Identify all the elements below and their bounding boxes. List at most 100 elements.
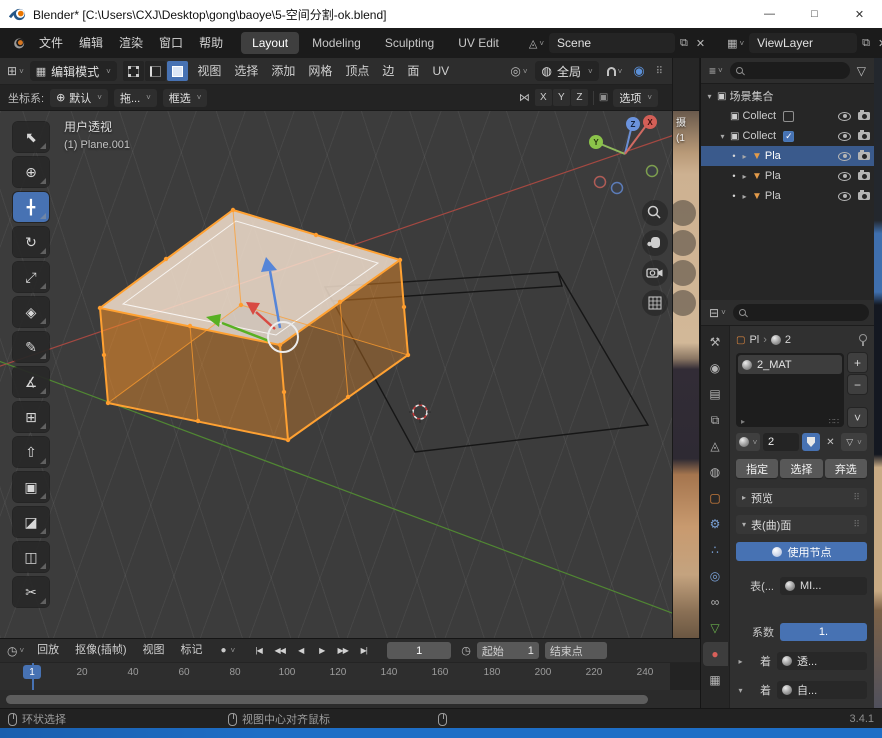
proportional-editing-button[interactable]: ◉ (630, 63, 647, 79)
eye-icon[interactable] (838, 112, 851, 121)
auto-keying-button[interactable]: ●˅ (220, 645, 235, 656)
preview-panel-header[interactable]: ▸ 预览 ⠿ (736, 488, 867, 507)
slot-specials-button[interactable]: ˅ (848, 408, 867, 427)
outliner-row[interactable]: ▾ ▣ Collect (701, 126, 874, 146)
axis-neg-y-ball[interactable] (647, 166, 658, 177)
tool-button[interactable]: ⊞ (13, 402, 49, 432)
blender-menu-icon[interactable] (10, 36, 25, 51)
workspace-tab[interactable]: UV Edit (447, 32, 510, 54)
zoom-button[interactable] (642, 200, 668, 226)
unlink-material-button[interactable]: ✕ (823, 433, 838, 451)
properties-tab[interactable]: ◬ (703, 434, 728, 458)
properties-tab[interactable]: ◉ (703, 356, 728, 380)
transport-button[interactable]: ▶| (354, 642, 373, 659)
factor-slider[interactable]: 1. (780, 623, 867, 641)
workspace-tab[interactable]: Layout (241, 32, 299, 54)
transport-button[interactable]: ◀◀ (270, 642, 289, 659)
edge-select-button[interactable] (145, 61, 166, 81)
pin-icon[interactable] (858, 334, 867, 346)
outliner-row[interactable]: ▾ ▣ 场景集合 (701, 86, 874, 106)
camera-icon[interactable] (858, 192, 870, 200)
editor-type-button[interactable]: ⊟˅ (706, 306, 729, 320)
transform-orientation-selector[interactable]: ◍ 全局 ˅ (535, 61, 598, 81)
tool-button[interactable]: ✂ (13, 577, 49, 607)
tool-button[interactable]: ▣ (13, 472, 49, 502)
transport-button[interactable]: ▶ (312, 642, 331, 659)
expand-arrow-icon[interactable]: ▾ (705, 92, 714, 101)
transport-button[interactable]: |◀ (249, 642, 268, 659)
collection-checkbox[interactable] (783, 111, 794, 122)
playhead-frame-badge[interactable]: 1 (23, 665, 41, 679)
axis-neg-x-ball[interactable] (595, 177, 606, 188)
options-dropdown[interactable]: 选项 ˅ (613, 89, 658, 107)
tool-button[interactable]: ✎ (13, 332, 49, 362)
camera-icon[interactable] (858, 132, 870, 140)
action-button[interactable]: 弃选 (825, 459, 867, 478)
scene-unlink-button[interactable]: ✕ (693, 35, 708, 52)
pan-button[interactable] (642, 230, 668, 256)
expand-arrow-icon[interactable]: ▸ (741, 417, 745, 426)
timeline-scrollbar[interactable] (0, 690, 700, 708)
snap-options-icon[interactable]: ▣ (599, 92, 608, 103)
timeline-menu-item[interactable]: 抠像(插帧) (67, 639, 134, 662)
timeline-menu-item[interactable]: 回放 (29, 639, 67, 662)
action-button[interactable]: 选择 (780, 459, 822, 478)
menu-item[interactable]: 文件 (31, 28, 71, 58)
drag-dropdown[interactable]: 拖... ˅ (114, 89, 157, 107)
properties-tab[interactable]: ∴ (703, 538, 728, 562)
editor-type-button[interactable]: ◷˅ (4, 644, 27, 658)
outliner-row[interactable]: ▸ ▼ Pla (701, 186, 874, 206)
menu-item[interactable]: 帮助 (191, 28, 231, 58)
editor-type-button[interactable]: ⊞˅ (4, 64, 27, 78)
viewport-menu-item[interactable]: UV (426, 58, 456, 85)
properties-tab[interactable]: ● (703, 642, 728, 666)
properties-tab[interactable]: ▦ (703, 668, 728, 692)
eye-icon[interactable] (838, 152, 851, 161)
viewport-menu-item[interactable]: 选择 (228, 58, 265, 85)
frame-start-field[interactable]: 起始 1 (477, 642, 539, 659)
tool-button[interactable]: ∡ (13, 367, 49, 397)
eye-icon[interactable] (838, 192, 851, 201)
camera-icon[interactable] (858, 172, 870, 180)
viewport-menu-item[interactable]: 顶点 (339, 58, 376, 85)
viewport-menu-item[interactable]: 面 (401, 58, 426, 85)
workspace-tab[interactable]: Sculpting (374, 32, 445, 54)
overlays-button[interactable]: ⠿ (653, 66, 666, 77)
mirror-axis-button[interactable]: X (535, 89, 552, 106)
fake-user-button[interactable] (802, 433, 820, 451)
expand-arrow-icon[interactable]: ▸ (740, 172, 749, 181)
outliner-row[interactable]: ▣ Collect (701, 106, 874, 126)
resize-grip[interactable]: ∷∷ (829, 417, 839, 426)
transport-button[interactable]: ◀ (291, 642, 310, 659)
menu-item[interactable]: 编辑 (71, 28, 111, 58)
pivot-point-button[interactable]: ◎˅ (507, 64, 530, 78)
current-frame-field[interactable]: 1 (387, 642, 451, 659)
snap-toggle-button[interactable]: ˅ (604, 67, 626, 76)
mirror-axis-button[interactable]: Z (571, 89, 588, 106)
workspace-tab[interactable]: Modeling (301, 32, 372, 54)
properties-tab[interactable]: ∞ (703, 590, 728, 614)
tool-button[interactable]: ◪ (13, 507, 49, 537)
viewlayer-new-button[interactable]: ⧉ (859, 35, 873, 52)
expand-arrow-icon[interactable]: ▾ (718, 132, 727, 141)
expand-arrow-icon[interactable]: ▸ (740, 192, 749, 201)
link-target-button[interactable]: ▽˅ (841, 433, 867, 451)
timeline-menu-item[interactable]: 视图 (134, 639, 172, 662)
properties-tab[interactable]: ◎ (703, 564, 728, 588)
pan-button[interactable] (672, 230, 696, 256)
ortho-toggle-button[interactable] (672, 290, 696, 316)
use-nodes-button[interactable]: 使用节点 (736, 542, 867, 561)
camera-icon[interactable] (858, 152, 870, 160)
material-slot-list[interactable]: 2_MAT ▸ ∷∷ (736, 353, 844, 427)
camera-icon[interactable] (858, 112, 870, 120)
properties-tab[interactable]: ⚒ (703, 330, 728, 354)
axis-neg-z-ball[interactable] (612, 183, 623, 194)
mode-selector[interactable]: ▦ 编辑模式 ˅ (30, 61, 117, 81)
frame-end-field[interactable]: 结束点 (545, 642, 607, 659)
select-mode-dropdown[interactable]: 框选 ˅ (163, 89, 208, 107)
zoom-button[interactable] (672, 200, 696, 226)
properties-tab[interactable]: ▽ (703, 616, 728, 640)
vertex-select-button[interactable] (123, 61, 144, 81)
selected-mesh[interactable] (98, 208, 410, 442)
secondary-viewport[interactable]: 摄 (1 (672, 58, 700, 638)
